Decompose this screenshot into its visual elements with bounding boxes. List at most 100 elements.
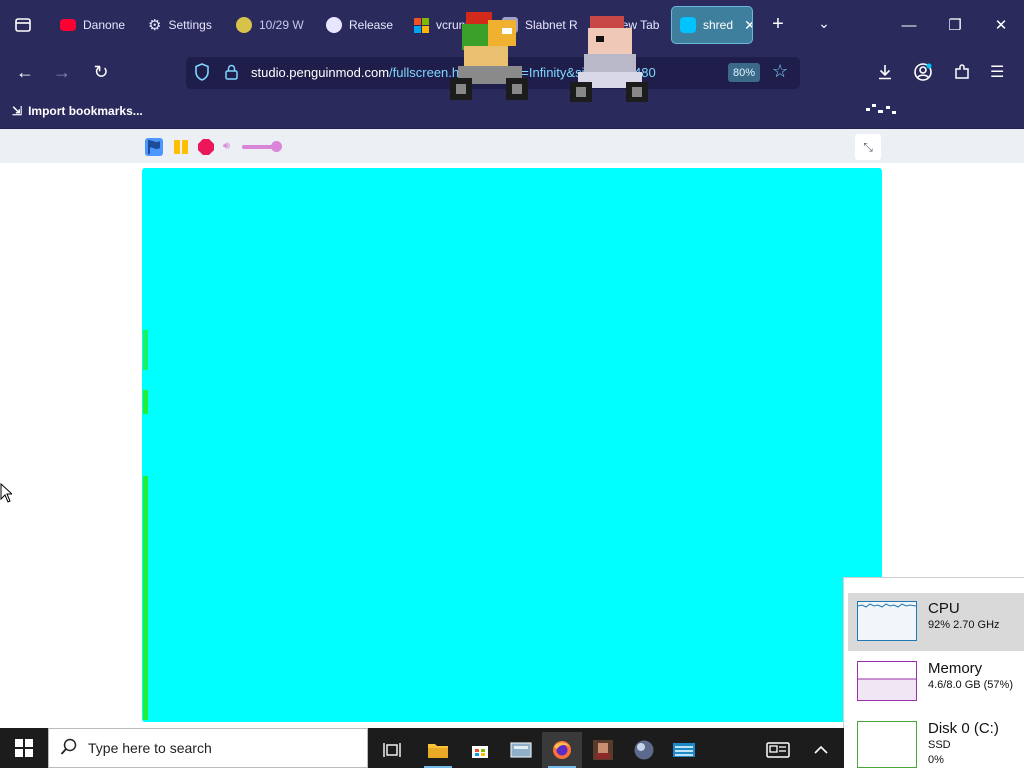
zoom-level-badge[interactable]: 80% xyxy=(728,63,760,82)
shield-icon[interactable] xyxy=(194,63,210,81)
disk-usage: 0% xyxy=(928,754,944,766)
game-app-icon xyxy=(593,740,613,760)
mouse-cursor-icon xyxy=(0,483,12,503)
tm-memory-item[interactable]: Memory 4.6/8.0 GB (57%) xyxy=(848,653,1024,711)
tab-label: 10/29 W xyxy=(259,18,304,32)
disk-graph xyxy=(857,721,917,768)
cpu-detail: 92% 2.70 GHz xyxy=(928,619,1000,631)
youtube-icon xyxy=(60,19,76,31)
penguinmod-icon xyxy=(680,17,696,33)
chevron-up-icon xyxy=(814,745,828,754)
microsoft-icon xyxy=(414,17,429,33)
close-window-button[interactable]: ✕ xyxy=(978,0,1024,50)
firefox-view-icon xyxy=(15,18,31,32)
start-button[interactable] xyxy=(0,728,48,768)
github-icon xyxy=(326,17,342,33)
tab-label: Danone xyxy=(83,18,126,32)
minimize-button[interactable]: — xyxy=(886,0,932,50)
account-icon[interactable] xyxy=(913,62,933,82)
disk-title: Disk 0 (C:) xyxy=(928,720,999,737)
window-app-icon xyxy=(510,742,532,758)
folder-icon xyxy=(428,744,448,758)
firefox-view-button[interactable] xyxy=(0,0,46,50)
memory-graph xyxy=(857,661,917,701)
tab-settings[interactable]: ⚙ Settings xyxy=(140,6,226,44)
stage-green-sprite xyxy=(143,390,148,414)
downloads-icon[interactable] xyxy=(876,63,894,81)
firefox-icon xyxy=(553,741,571,759)
volume-icon[interactable]: 🔊︎ xyxy=(223,140,230,153)
chevron-down-icon: ⌄ xyxy=(818,15,830,31)
minimize-icon: — xyxy=(901,16,917,34)
dk-kart-sprite xyxy=(570,16,648,102)
task-view-icon xyxy=(383,743,401,757)
list-all-tabs-button[interactable]: ⌄ xyxy=(806,15,842,32)
bookmark-star-icon[interactable]: ☆ xyxy=(772,61,788,82)
pause-icon xyxy=(174,140,188,154)
close-icon: ✕ xyxy=(994,17,1008,34)
import-icon: ⇲ xyxy=(12,104,23,118)
reload-icon: ↻ xyxy=(93,61,109,82)
windows-logo-icon xyxy=(15,739,33,757)
pencil-icon xyxy=(236,17,252,33)
news-icon xyxy=(766,742,790,758)
taskbar-search-placeholder: Type here to search xyxy=(88,740,212,756)
close-tab-icon[interactable]: ✕ xyxy=(744,17,752,34)
disk-type: SSD xyxy=(928,739,951,751)
restore-icon: ❐ xyxy=(948,17,962,34)
volume-slider-knob[interactable] xyxy=(271,141,282,152)
tab-shred[interactable]: shred ✕ xyxy=(671,6,753,44)
theme-sprite-fragment xyxy=(866,104,896,114)
flag-icon xyxy=(148,140,160,154)
tab-release[interactable]: Release xyxy=(318,6,402,44)
sphere-app-icon xyxy=(634,740,654,760)
tab-label: Settings xyxy=(168,18,212,32)
tab-label: Release xyxy=(349,18,394,32)
reload-button[interactable]: ↻ xyxy=(87,58,115,86)
store-icon xyxy=(472,746,488,758)
cpu-graph xyxy=(857,601,917,641)
tab-label: shred xyxy=(703,18,734,32)
collapse-icon: ⤡ xyxy=(863,139,873,154)
task-view-button[interactable] xyxy=(372,732,412,768)
tab-1029[interactable]: 10/29 W xyxy=(228,6,312,44)
lock-icon[interactable] xyxy=(224,64,239,80)
search-icon xyxy=(60,738,77,755)
stop-icon xyxy=(198,139,214,155)
import-bookmarks-label: Import bookmarks... xyxy=(28,104,143,118)
firefox-taskbar-button[interactable] xyxy=(542,732,582,768)
app-button-4[interactable] xyxy=(664,732,704,768)
url-host: studio.penguinmod.com xyxy=(251,65,390,80)
project-stage[interactable] xyxy=(142,168,882,722)
new-tab-button[interactable]: + xyxy=(758,13,798,36)
file-explorer-button[interactable] xyxy=(418,732,458,768)
bowser-kart-sprite xyxy=(450,12,528,100)
gear-icon: ⚙ xyxy=(148,17,162,34)
back-button[interactable]: ← xyxy=(11,58,39,86)
restore-button[interactable]: ❐ xyxy=(932,0,978,50)
app-button-2[interactable] xyxy=(583,732,623,768)
keyboard-app-icon xyxy=(673,743,695,757)
menu-button[interactable]: ☰ xyxy=(990,62,1004,82)
stage-green-sprite xyxy=(143,330,148,370)
green-flag-button[interactable] xyxy=(145,138,163,156)
pause-button[interactable] xyxy=(172,138,190,156)
stop-button[interactable] xyxy=(197,138,215,156)
show-hidden-icons-button[interactable] xyxy=(803,732,839,768)
news-widget-button[interactable] xyxy=(758,732,798,768)
forward-button[interactable]: → xyxy=(48,58,76,86)
stage-green-sprite xyxy=(143,476,148,720)
app-button-3[interactable] xyxy=(624,732,664,768)
tm-cpu-item[interactable]: CPU 92% 2.70 GHz xyxy=(848,593,1024,651)
tm-disk-item[interactable]: Disk 0 (C:) SSD 0% xyxy=(848,713,1024,768)
app-button-1[interactable] xyxy=(501,732,541,768)
extensions-icon[interactable] xyxy=(953,63,971,81)
import-bookmarks-button[interactable]: ⇲ Import bookmarks... xyxy=(12,104,143,118)
arrow-left-icon: ← xyxy=(16,61,34,82)
hamburger-icon: ☰ xyxy=(990,64,1005,81)
exit-fullscreen-button[interactable]: ⤡ xyxy=(855,134,881,160)
tab-danone[interactable]: Danone xyxy=(52,6,136,44)
memory-detail: 4.6/8.0 GB (57%) xyxy=(928,679,1013,691)
microsoft-store-button[interactable] xyxy=(460,732,500,768)
arrow-right-icon: → xyxy=(53,61,71,82)
